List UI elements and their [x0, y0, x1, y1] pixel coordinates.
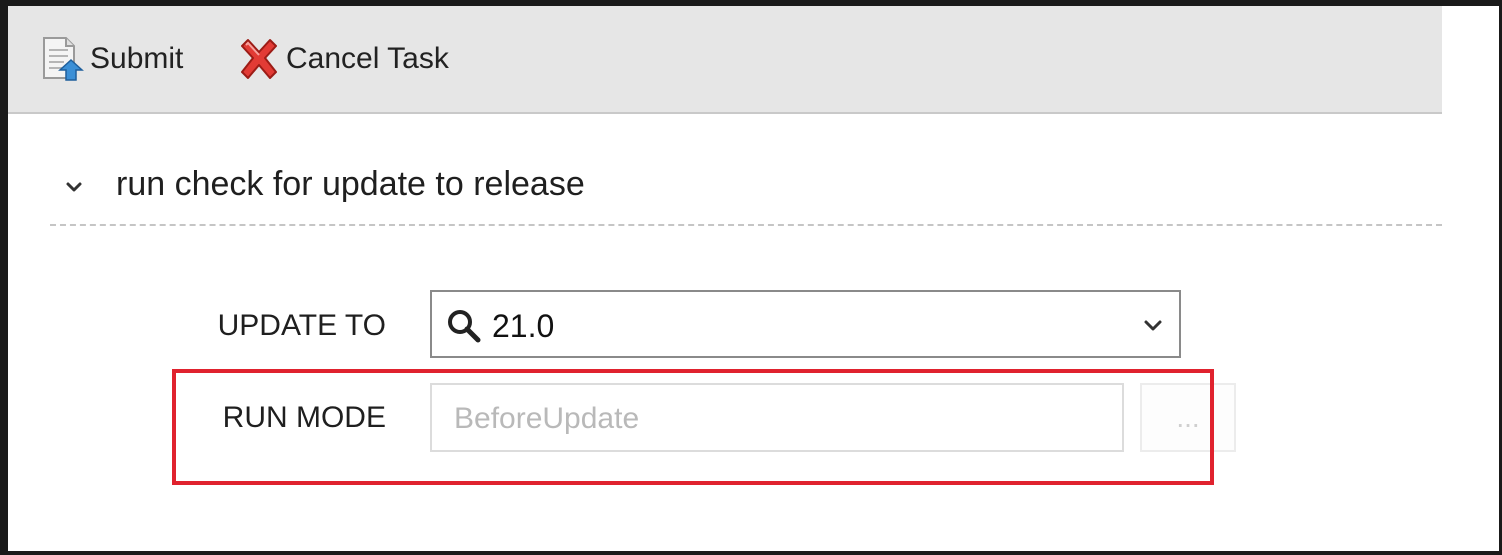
chevron-down-icon[interactable] — [1141, 314, 1165, 338]
cancel-task-button[interactable]: Cancel Task — [234, 34, 449, 84]
run-mode-placeholder: BeforeUpdate — [454, 402, 640, 435]
run-mode-browse-button[interactable]: ... — [1140, 383, 1236, 452]
run-mode-label: RUN MODE — [222, 401, 386, 434]
chevron-down-icon[interactable] — [62, 176, 86, 200]
toolbar: Submit Cancel Task — [8, 6, 1442, 114]
submit-button[interactable]: Submit — [38, 34, 183, 84]
red-x-icon — [234, 34, 284, 84]
ellipsis-label: ... — [1176, 402, 1200, 433]
update-to-label: UPDATE TO — [217, 309, 386, 342]
update-to-combobox[interactable]: 21.0 — [430, 290, 1181, 358]
search-icon — [444, 306, 484, 346]
submit-label: Submit — [90, 42, 184, 75]
section-header[interactable]: run check for update to release — [50, 156, 1442, 226]
section-title: run check for update to release — [116, 165, 585, 203]
update-to-value: 21.0 — [492, 308, 555, 344]
run-mode-field[interactable]: BeforeUpdate — [430, 383, 1124, 452]
task-window: Submit Cancel Task run check for update … — [8, 6, 1499, 551]
cancel-task-label: Cancel Task — [286, 42, 449, 75]
submit-document-icon — [38, 34, 88, 84]
